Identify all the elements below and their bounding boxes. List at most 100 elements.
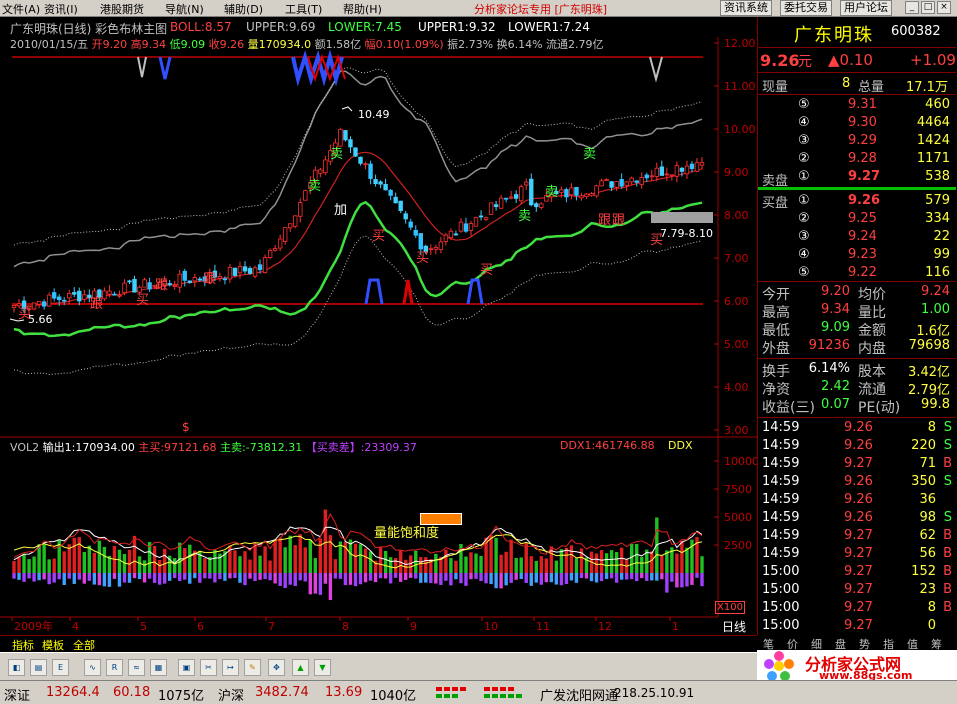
sell-signal-4: 卖: [518, 209, 532, 224]
vol-up-bar: [554, 560, 559, 573]
menu-help[interactable]: 帮助(H): [343, 1, 382, 17]
vol-down-bar: [393, 573, 398, 578]
vol-up-bar: [173, 558, 177, 573]
vol-up-bar: [368, 551, 373, 573]
last-price: 9.26: [760, 51, 800, 70]
toolbar-picture-icon[interactable]: ▣: [178, 659, 195, 676]
tick-time: 15:00: [762, 600, 800, 615]
candle-body: [51, 292, 57, 299]
toolbar-kline-icon[interactable]: ▦: [150, 659, 167, 676]
candle-body: [262, 257, 268, 273]
candle-body: [277, 238, 283, 249]
kline-chart-area[interactable]: 12.00 11.00 10.00 9.00 8.00 7.00 6.00 5.00 4.00 3…: [0, 17, 757, 635]
stats2-label: 收益(三): [762, 400, 815, 416]
move-icon[interactable]: ✥: [268, 659, 285, 676]
tick-time: 14:59: [762, 546, 800, 561]
vol-up-bar: [383, 550, 388, 573]
close-icon[interactable]: ×: [937, 1, 951, 14]
tab-indicator[interactable]: 指标: [12, 637, 34, 653]
vol-down-bar: [208, 573, 212, 579]
candle-body: [468, 223, 474, 231]
vol-up-bar: [393, 558, 398, 573]
info-system-button[interactable]: 资讯系统: [720, 0, 772, 16]
arrow-up-icon[interactable]: ▲: [292, 659, 309, 676]
bid-book: ① 9.26 579 ② 9.25 334 ③ 9.24 22 ④ 9.23 99 ⑤ 9.22 116: [758, 192, 956, 284]
ask-row: ② 9.28 1171: [758, 150, 956, 168]
vol-down-bar: [77, 573, 81, 580]
vol-down-bar: [695, 573, 699, 578]
site-logo: 分析家公式网 www.88gs.com: [757, 650, 957, 682]
tick-price: 9.26: [844, 492, 873, 507]
candle-body: [524, 181, 529, 186]
vol-up-bar: [72, 537, 76, 573]
x-tick-label: 9: [410, 620, 417, 633]
toolbar-tool-icon[interactable]: ✂: [200, 659, 217, 676]
tick-time: 15:00: [762, 564, 800, 579]
period-label[interactable]: 日线: [722, 618, 746, 635]
menu-news[interactable]: 资讯(I): [44, 1, 78, 17]
tick-volume: 23: [919, 582, 936, 597]
candle-body: [122, 282, 127, 294]
vol-down-bar: [599, 573, 604, 582]
restore-icon[interactable]: □: [921, 1, 935, 14]
server-ip: 218.25.10.91: [614, 686, 695, 700]
sell-signal-1: 卖: [330, 147, 344, 162]
vol-down-bar: [32, 573, 36, 582]
vol-down-bar: [132, 573, 137, 579]
arrow-down-icon[interactable]: ▼: [314, 659, 331, 676]
vol-down-bar: [92, 573, 97, 585]
upper-value: UPPER:9.69: [246, 20, 316, 34]
vol-up-bar: [604, 553, 609, 573]
vol-up-bar: [378, 546, 383, 573]
bid-row: ② 9.25 334: [758, 210, 956, 228]
candle-body: [664, 173, 670, 176]
minimize-icon[interactable]: _: [905, 1, 919, 14]
vol-down-bar: [348, 573, 353, 585]
candle-body: [222, 278, 228, 281]
vol-up-bar: [102, 546, 107, 573]
vol-down-bar: [157, 573, 162, 585]
vol-down-bar: [645, 573, 649, 581]
toolbar-icon-etf[interactable]: E: [52, 659, 69, 676]
vol-up-bar: [318, 538, 323, 573]
vol-up-bar: [619, 547, 624, 573]
tick-time: 14:59: [762, 474, 800, 489]
forum-button[interactable]: 用户论坛: [840, 0, 892, 16]
menu-hk-futures[interactable]: 港股期货: [100, 1, 144, 17]
vol-up-bar: [333, 559, 338, 573]
vol-up-bar: [273, 539, 277, 573]
tab-template[interactable]: 模板: [42, 637, 64, 653]
vol-down-bar: [459, 573, 463, 584]
toolbar-chart-icon[interactable]: ∿: [84, 659, 101, 676]
toolbar-export-icon[interactable]: ↦: [222, 659, 239, 676]
tab-all[interactable]: 全部: [73, 637, 95, 653]
toolbar-icon-1[interactable]: ◧: [8, 659, 25, 676]
toolbar-rsi-icon[interactable]: R: [106, 659, 123, 676]
tick-side: S: [943, 474, 952, 489]
candle-body: [669, 174, 675, 177]
price-change-pct: +1.09: [910, 51, 956, 69]
indicator-tabs: 指标 模板 全部: [0, 635, 757, 652]
hs-change: 13.69: [325, 685, 363, 700]
sell-signal-2: 卖: [583, 147, 597, 162]
toolbar-ma-icon[interactable]: ≈: [128, 659, 145, 676]
tick-price: 9.27: [844, 600, 873, 615]
candle-body: [11, 305, 17, 308]
upper1-value: UPPER1:9.32: [418, 20, 496, 34]
menu-nav[interactable]: 导航(N): [165, 1, 204, 17]
stats-block: 今开 9.20 均价 9.24 最高 9.34 量比 1.00 最低 9.09 金额 1.6亿 外盘 91…: [758, 283, 956, 357]
menu-tools[interactable]: 工具(T): [285, 1, 322, 17]
menu-file[interactable]: 文件(A): [2, 1, 40, 17]
candle-body: [569, 187, 574, 196]
candle-body: [298, 202, 303, 217]
bid-level: ④: [798, 247, 810, 262]
toolbar-icon-2[interactable]: ▤: [30, 659, 47, 676]
pencil-icon[interactable]: ✎: [244, 659, 261, 676]
candle-body: [343, 130, 348, 141]
vol-up-bar: [454, 560, 458, 573]
trade-button[interactable]: 委托交易: [780, 0, 832, 16]
vol-down-bar: [529, 573, 533, 586]
vol-down-bar: [584, 573, 589, 579]
menu-assist[interactable]: 辅助(D): [224, 1, 263, 17]
ohlc-amplitude: 振2.73%: [447, 38, 494, 51]
